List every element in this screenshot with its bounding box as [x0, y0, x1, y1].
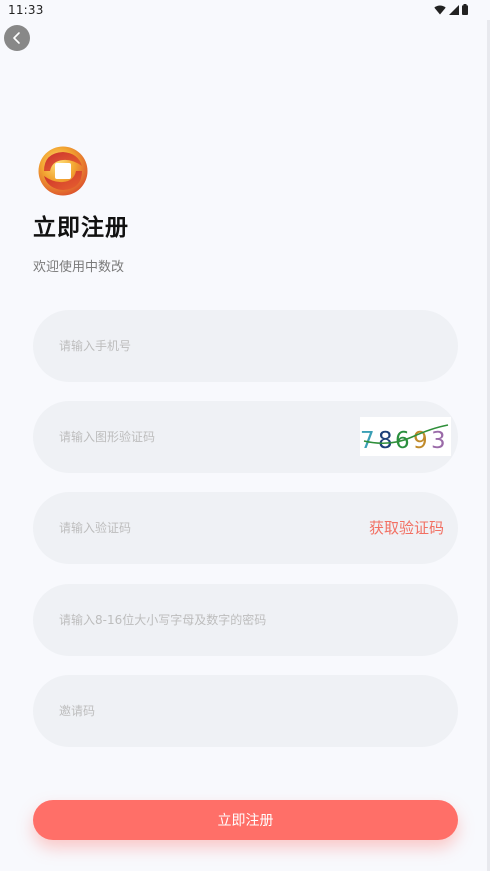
invite-code-field — [33, 675, 458, 747]
status-bar: 11:33 — [0, 0, 490, 20]
get-code-button[interactable]: 获取验证码 — [369, 492, 444, 564]
cellular-signal-icon — [449, 4, 459, 15]
captcha-char: 8 — [378, 428, 393, 454]
invite-code-input[interactable] — [59, 675, 359, 747]
captcha-image[interactable]: 7 8 6 9 3 — [360, 417, 451, 456]
captcha-input[interactable] — [59, 401, 359, 473]
chevron-left-icon — [13, 32, 20, 44]
password-field — [33, 584, 458, 656]
status-time: 11:33 — [8, 3, 44, 17]
sms-code-input[interactable] — [59, 492, 359, 564]
status-icons — [434, 4, 468, 15]
page-title: 立即注册 — [33, 215, 129, 241]
register-button[interactable]: 立即注册 — [33, 800, 458, 840]
page-subtitle: 欢迎使用中数改 — [33, 260, 125, 275]
phone-input[interactable] — [59, 310, 359, 382]
captcha-field: 7 8 6 9 3 — [33, 401, 458, 473]
phone-field — [33, 310, 458, 382]
battery-icon — [462, 4, 468, 15]
captcha-char: 3 — [431, 428, 446, 454]
app-logo — [38, 146, 88, 196]
back-button[interactable] — [4, 25, 30, 51]
sms-code-field: 获取验证码 — [33, 492, 458, 564]
password-input[interactable] — [59, 584, 439, 656]
wifi-icon — [434, 5, 446, 14]
